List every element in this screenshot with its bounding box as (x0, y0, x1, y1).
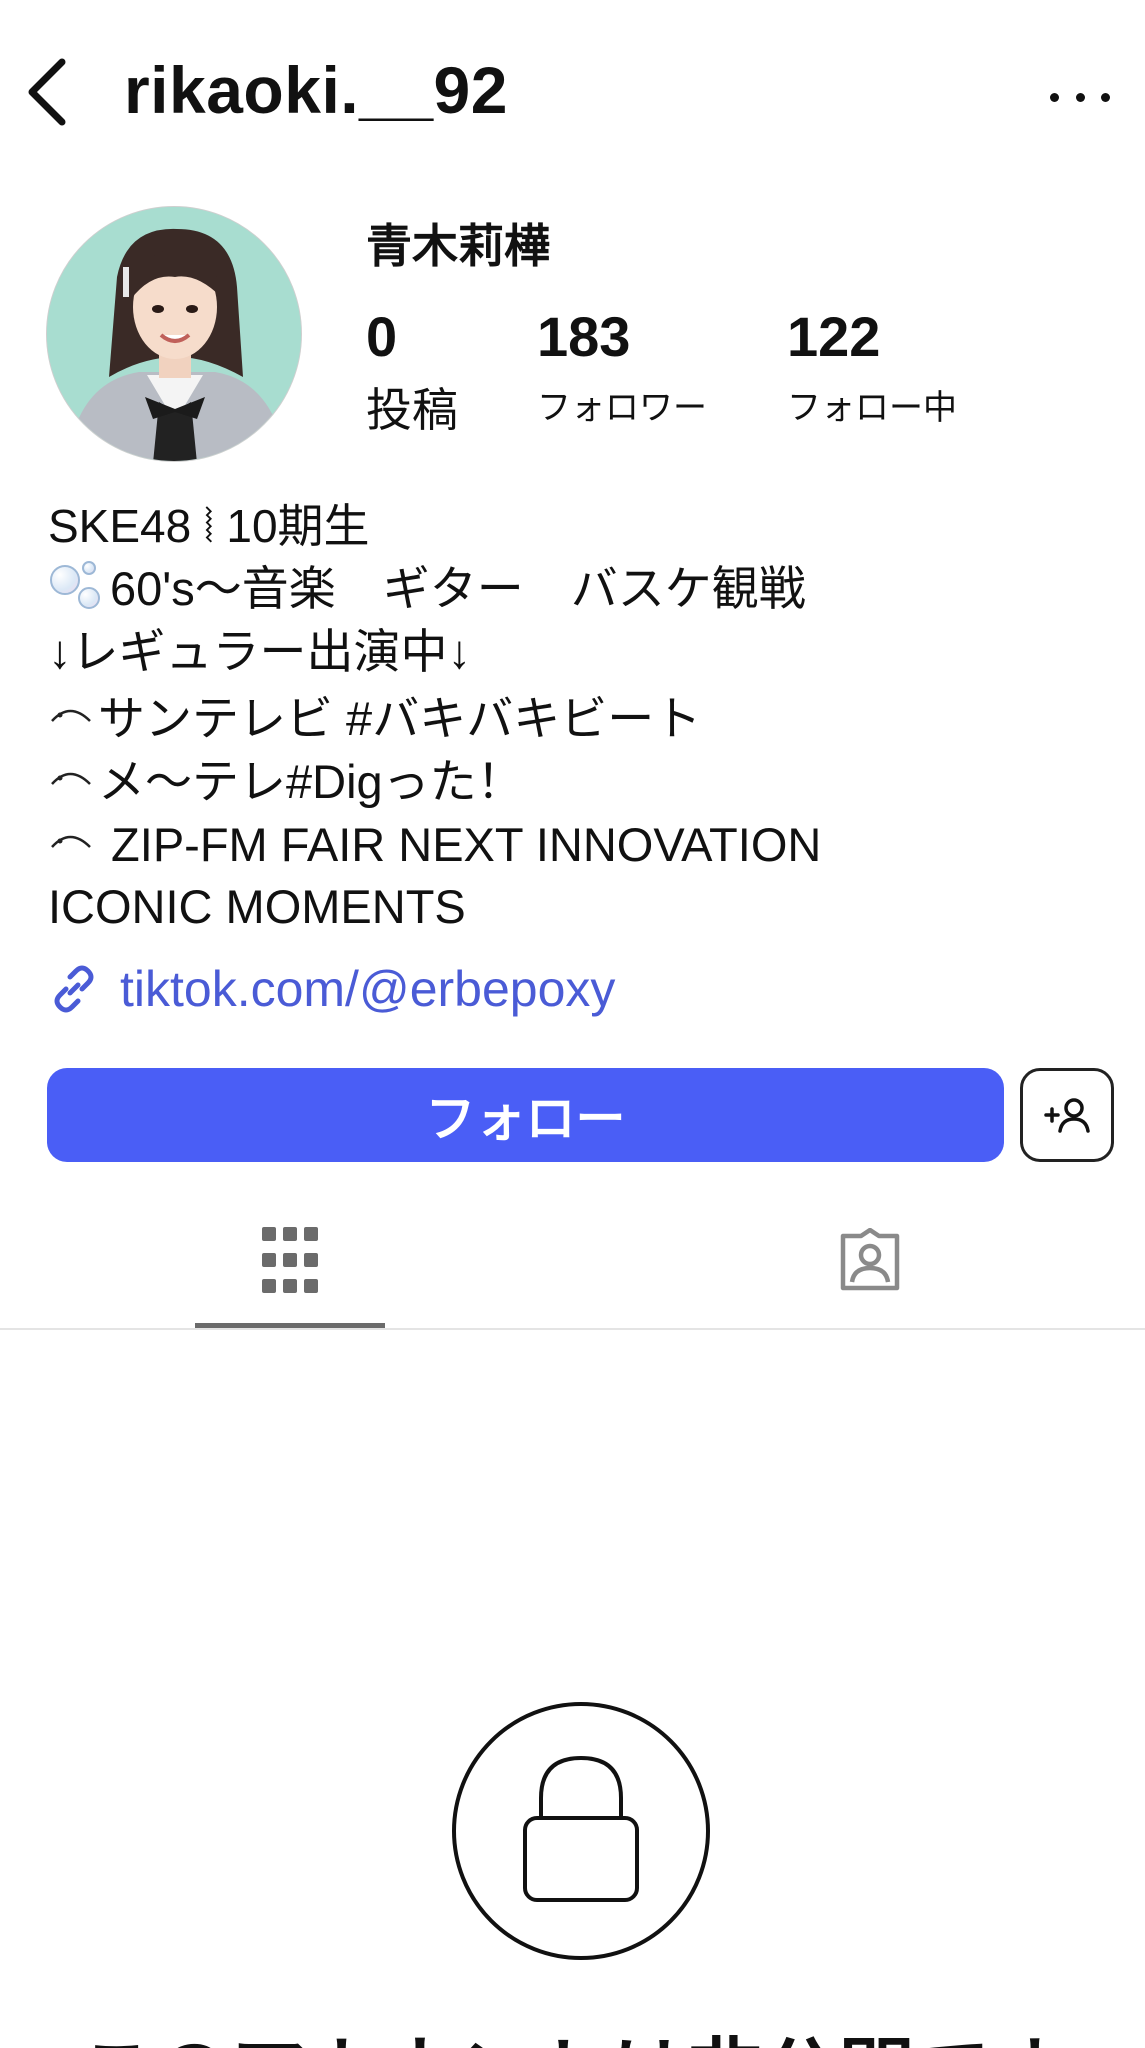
bio-line-text: 60's〜音楽 ギター バスケ観戦 (110, 561, 806, 615)
private-lock-badge (452, 1702, 710, 1960)
following-stat[interactable]: 122 フォロー中 (787, 306, 957, 429)
ribbon-icon (51, 835, 91, 848)
avatar[interactable] (46, 206, 302, 462)
profile-link[interactable]: tiktok.com/@erbepoxy (48, 960, 615, 1018)
following-count: 122 (787, 305, 881, 368)
profile-header: rikaoki.__92 (0, 0, 1145, 185)
link-icon (54, 965, 94, 1013)
link-text: tiktok.com/@erbepoxy (120, 961, 616, 1017)
bio-line: メ〜テレ#Digった！ (48, 751, 1108, 814)
more-options-button[interactable] (1050, 82, 1110, 112)
ellipsis-icon (1050, 92, 1059, 102)
grid-icon (262, 1227, 318, 1293)
bio-line-text: メ〜テレ#Digった！ (98, 754, 524, 808)
profile-page: rikaoki.__92 青木莉樺 0 投稿 183 フォロワー 122 フォロ… (0, 0, 1145, 2048)
add-user-icon (1044, 1098, 1090, 1133)
followers-label: フォロワー (537, 387, 707, 428)
tagged-person-icon (840, 1228, 900, 1291)
follow-button[interactable]: フォロー (47, 1068, 1004, 1162)
bio-line-text: ZIP-FM FAIR NEXT INNOVATION (98, 817, 822, 871)
bio-line: SKE48 ⦚ 10期生 (48, 500, 370, 552)
bio-line-text: サンテレビ #バキバキビート (98, 691, 702, 745)
ribbon-icon (51, 772, 91, 785)
followers-stat[interactable]: 183 フォロワー (537, 306, 707, 429)
bio-line: 60's〜音楽 ギター バスケ観戦 (48, 558, 1108, 621)
avatar-portrait (47, 207, 301, 461)
posts-count: 0 (366, 305, 398, 368)
posts-stat: 0 投稿 (366, 306, 458, 440)
username-title: rikaoki.__92 (124, 53, 508, 127)
private-account-message: このアカウントは非公開です (0, 2012, 1145, 2048)
chevron-left-icon (28, 58, 66, 126)
tab-posts-grid[interactable] (195, 1190, 385, 1330)
lock-icon (523, 1755, 639, 1902)
bubbles-icon (48, 560, 106, 611)
followers-count: 183 (537, 305, 631, 368)
bio-line: ICONIC MOMENTS (48, 880, 466, 934)
tab-tagged[interactable] (775, 1190, 965, 1330)
ribbon-icon (51, 709, 91, 722)
tabs-divider (0, 1328, 1145, 1330)
posts-label: 投稿 (366, 382, 458, 437)
bio-line: ↓レギュラー出演中↓ (48, 624, 471, 678)
bio-line: サンテレビ #バキバキビート (48, 688, 1108, 751)
suggest-users-button[interactable] (1020, 1068, 1114, 1162)
bio-line: ZIP-FM FAIR NEXT INNOVATION (48, 814, 1108, 877)
bio: SKE48 ⦚ 10期生 60's〜音楽 ギター バスケ観戦 ↓レギュラー出演中… (48, 496, 1108, 939)
back-button[interactable] (22, 56, 78, 128)
following-label: フォロー中 (787, 387, 957, 428)
display-name: 青木莉樺 (366, 220, 550, 272)
